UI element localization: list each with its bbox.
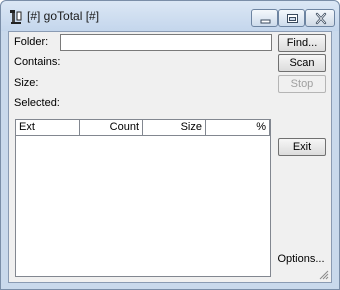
minimize-icon [260,19,271,24]
find-button[interactable]: Find... [278,34,326,52]
close-icon [315,12,327,25]
app-icon [10,10,22,24]
folder-label: Folder: [14,36,49,48]
stop-button[interactable]: Stop [278,75,326,93]
scan-now-button[interactable]: Scan now [278,54,326,85]
close-button[interactable] [305,9,335,27]
list-header: Ext Count Size % [16,120,270,136]
maximize-icon [287,14,298,23]
client-area: Folder: Contains: Size: Selected: Find..… [8,31,332,283]
results-list[interactable]: Ext Count Size % [15,119,271,277]
folder-input[interactable] [60,34,272,51]
contains-label: Contains: [14,56,61,68]
selected-label: Selected: [14,97,60,109]
size-label: Size: [14,77,39,89]
title-bar[interactable]: [#] goTotal [#] [1,1,339,31]
app-window: [#] goTotal [#] Folder: Contains: Size: … [0,0,340,290]
column-header-ext[interactable]: Ext [16,120,80,135]
minimize-button[interactable] [251,9,278,27]
maximize-button[interactable] [278,9,305,27]
exit-button[interactable]: Exit [278,138,326,156]
window-title: [#] goTotal [#] [27,9,100,23]
column-header-count[interactable]: Count [80,120,143,135]
options-button[interactable]: Options... [275,251,327,267]
resize-grip-icon[interactable] [319,270,329,280]
column-header-percent[interactable]: % [206,120,270,135]
column-header-size[interactable]: Size [143,120,206,135]
